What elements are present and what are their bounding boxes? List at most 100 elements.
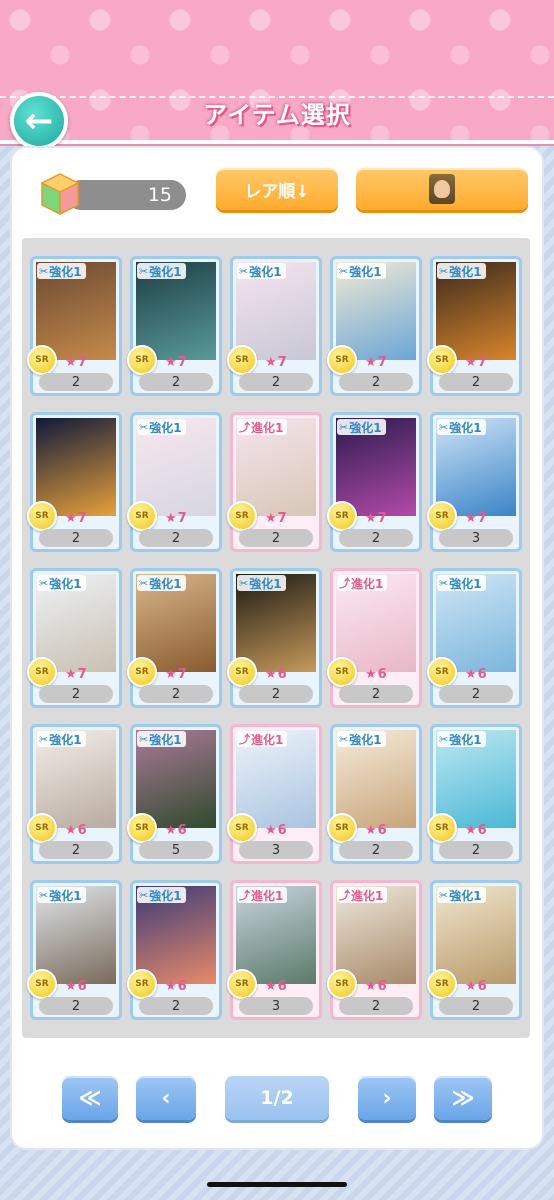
item-card[interactable]: SR ★ 7 2: [27, 412, 122, 552]
rarity-badge: SR: [327, 813, 357, 843]
star-icon: ★: [165, 979, 177, 994]
arrow-left-icon: ←: [24, 101, 54, 141]
star-level: ★ 6: [265, 979, 287, 994]
item-card[interactable]: ✂ 強化1 SR ★ 7 2: [127, 568, 222, 708]
title-ribbon: アイテム選択: [150, 90, 404, 134]
item-count: 2: [239, 373, 313, 391]
item-card[interactable]: ✂ 強化1 SR ★ 6 5: [127, 724, 222, 864]
page-indicator: 1/2: [225, 1076, 329, 1120]
item-card[interactable]: ✂ 強化1 SR ★ 6 2: [127, 880, 222, 1020]
star-value: 6: [77, 979, 87, 994]
item-card[interactable]: ✂ 強化1 SR ★ 6 2: [327, 724, 422, 864]
scissors-icon: ✂: [439, 888, 449, 902]
item-card[interactable]: ⤴ 進化1 SR ★ 6 2: [327, 568, 422, 708]
scissors-icon: ✂: [39, 732, 49, 746]
item-count: 2: [39, 841, 113, 859]
item-card[interactable]: ✂ 強化1 SR ★ 6 2: [27, 880, 122, 1020]
star-icon: ★: [265, 355, 277, 370]
rarity-badge: SR: [227, 657, 257, 687]
rarity-badge: SR: [27, 969, 57, 999]
star-level: ★ 7: [465, 511, 487, 526]
item-count: 2: [39, 529, 113, 547]
item-card[interactable]: ✂ 強化1 SR ★ 7 3: [427, 412, 522, 552]
next-page-button[interactable]: ›: [358, 1076, 416, 1120]
star-value: 7: [77, 511, 87, 526]
rarity-badge: SR: [127, 657, 157, 687]
item-card[interactable]: ✂ 強化1 SR ★ 7 2: [327, 256, 422, 396]
scissors-icon: ✂: [439, 264, 449, 278]
star-level: ★ 7: [265, 355, 287, 370]
enhance-badge: ✂ 強化1: [37, 731, 86, 747]
badge-label: 進化1: [251, 420, 284, 435]
badge-label: 強化1: [249, 576, 282, 591]
badge-label: 強化1: [149, 420, 182, 435]
item-card[interactable]: ✂ 強化1 SR ★ 6 2: [427, 880, 522, 1020]
cube-icon: [40, 173, 80, 216]
enhance-badge: ✂ 強化1: [437, 575, 486, 591]
item-card[interactable]: ✂ 強化1 SR ★ 6 2: [427, 724, 522, 864]
star-value: 6: [477, 667, 487, 682]
item-card[interactable]: ✂ 強化1 SR ★ 7 2: [327, 412, 422, 552]
item-card[interactable]: ✂ 強化1 SR ★ 6 2: [227, 568, 322, 708]
chevron-left-icon: ‹: [161, 1085, 171, 1111]
page-title: アイテム選択: [203, 100, 351, 129]
item-card[interactable]: ⤴ 進化1 SR ★ 6 3: [227, 724, 322, 864]
rarity-badge: SR: [327, 969, 357, 999]
back-button[interactable]: ←: [10, 92, 68, 150]
page-indicator-text: 1/2: [260, 1087, 294, 1109]
item-count: 2: [139, 685, 213, 703]
last-page-button[interactable]: ≫: [434, 1076, 492, 1120]
sort-button[interactable]: レア順↓: [216, 168, 338, 210]
item-card[interactable]: ⤴ 進化1 SR ★ 7 2: [227, 412, 322, 552]
enhance-badge: ✂ 強化1: [137, 419, 186, 435]
star-icon: ★: [465, 823, 477, 838]
enhance-badge: ✂ 強化1: [137, 575, 186, 591]
item-card[interactable]: ✂ 強化1 SR ★ 7 2: [127, 256, 222, 396]
item-card[interactable]: ✂ 強化1 SR ★ 7 2: [427, 256, 522, 396]
enhance-badge: ✂ 強化1: [437, 731, 486, 747]
item-card[interactable]: ✂ 強化1 SR ★ 7 2: [27, 568, 122, 708]
item-card[interactable]: ⤴ 進化1 SR ★ 6 3: [227, 880, 322, 1020]
badge-label: 強化1: [149, 576, 182, 591]
prev-page-button[interactable]: ‹: [136, 1076, 196, 1120]
star-level: ★ 6: [165, 979, 187, 994]
scissors-icon: ✂: [439, 576, 449, 590]
star-value: 7: [177, 667, 187, 682]
item-count: 2: [439, 373, 513, 391]
item-count: 2: [339, 841, 413, 859]
star-icon: ★: [65, 511, 77, 526]
item-card[interactable]: ✂ 強化1 SR ★ 7 2: [227, 256, 322, 396]
star-icon: ★: [65, 667, 77, 682]
badge-label: 強化1: [449, 264, 482, 279]
enhance-badge: ✂ 強化1: [337, 419, 386, 435]
item-card[interactable]: ✂ 強化1 SR ★ 7 2: [127, 412, 222, 552]
star-icon: ★: [465, 667, 477, 682]
badge-label: 進化1: [351, 576, 384, 591]
item-count: 2: [39, 997, 113, 1015]
star-icon: ★: [465, 511, 477, 526]
star-value: 7: [477, 511, 487, 526]
character-portrait-icon: [429, 174, 455, 204]
item-count: 2: [139, 529, 213, 547]
badge-label: 進化1: [351, 888, 384, 903]
evolve-icon: ⤴: [339, 889, 350, 902]
rarity-badge: SR: [427, 969, 457, 999]
item-card[interactable]: ✂ 強化1 SR ★ 6 2: [427, 568, 522, 708]
star-icon: ★: [165, 667, 177, 682]
item-card[interactable]: ⤴ 進化1 SR ★ 6 2: [327, 880, 422, 1020]
star-value: 6: [377, 979, 387, 994]
first-page-button[interactable]: ≪: [62, 1076, 118, 1120]
star-level: ★ 6: [365, 979, 387, 994]
star-value: 6: [77, 823, 87, 838]
item-card[interactable]: ✂ 強化1 SR ★ 7 2: [27, 256, 122, 396]
rarity-badge: SR: [227, 501, 257, 531]
star-level: ★ 6: [65, 823, 87, 838]
filter-button[interactable]: [356, 168, 528, 210]
star-level: ★ 7: [65, 511, 87, 526]
item-count: 2: [439, 685, 513, 703]
star-icon: ★: [465, 979, 477, 994]
evolve-badge: ⤴ 進化1: [237, 419, 288, 435]
item-card[interactable]: ✂ 強化1 SR ★ 6 2: [27, 724, 122, 864]
star-level: ★ 7: [165, 355, 187, 370]
star-value: 6: [477, 979, 487, 994]
